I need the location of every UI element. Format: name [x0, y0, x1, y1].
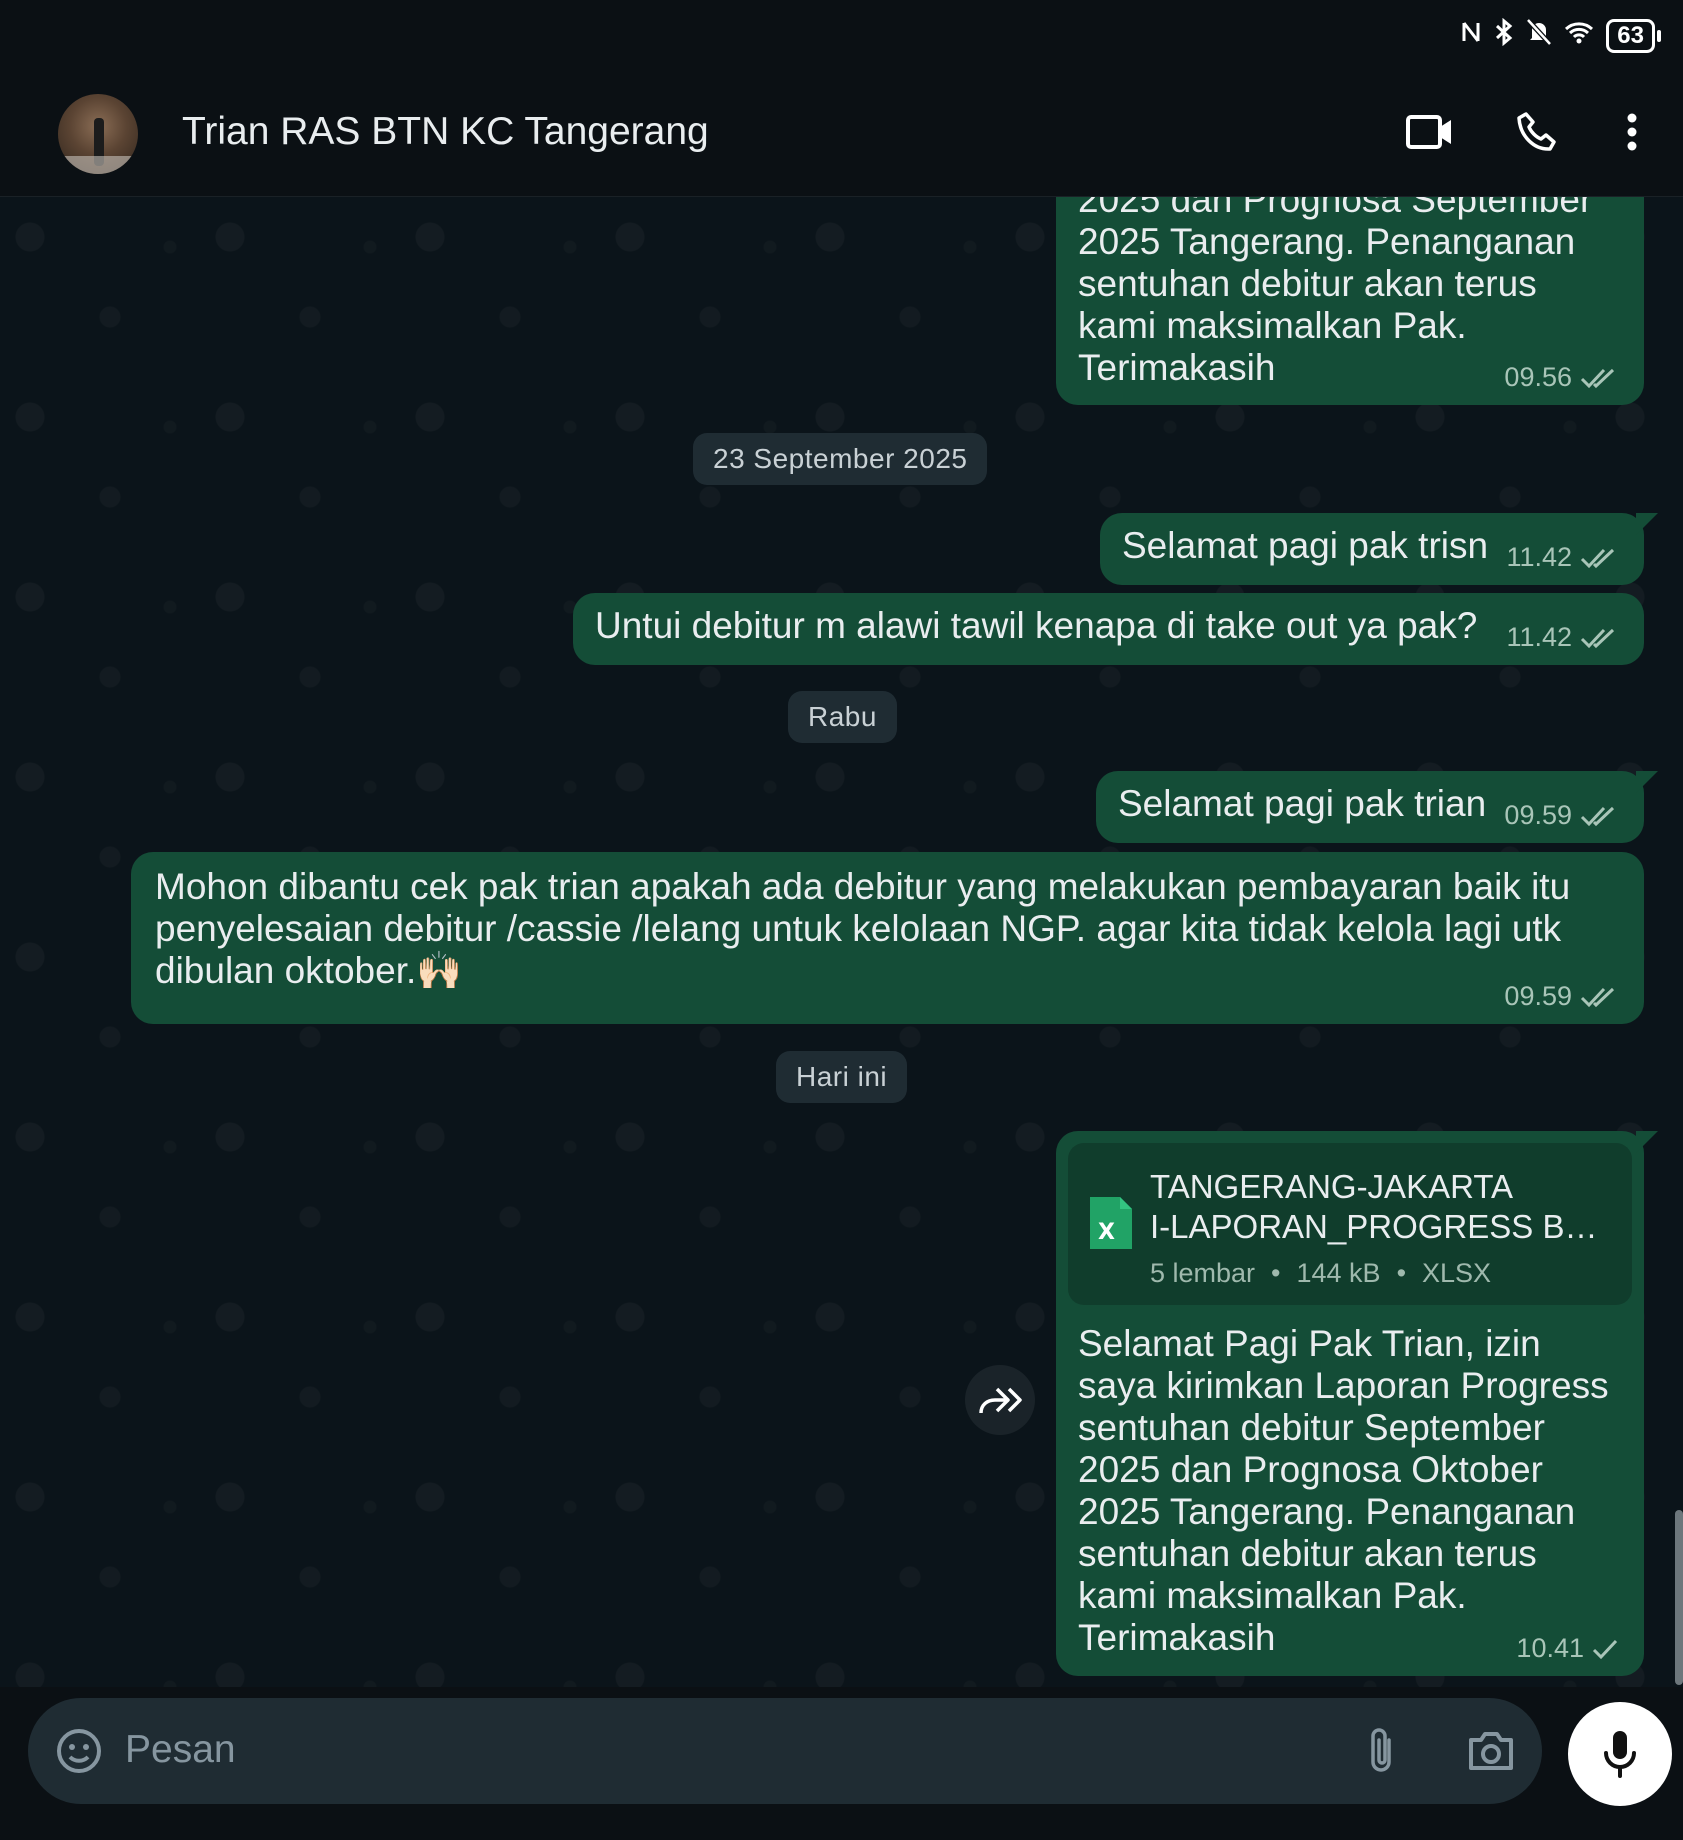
message-time: 09.59 — [1504, 981, 1572, 1011]
contact-name[interactable]: Trian RAS BTN KC Tangerang — [182, 110, 709, 154]
separator-dot: • — [1271, 1258, 1281, 1288]
message-line: kami maksimalkan Pak. — [1078, 305, 1467, 346]
document-attachment[interactable]: X TANGERANG-JAKARTA I-LAPORAN_PROGRESS B… — [1068, 1143, 1632, 1305]
message-time: 09.59 — [1504, 800, 1572, 830]
message-time: 09.56 — [1504, 362, 1572, 392]
bubble-tail — [1636, 513, 1658, 535]
message-line: Selamat Pagi Pak Trian, izin — [1078, 1323, 1541, 1364]
message-line: kami maksimalkan Pak. — [1078, 1575, 1467, 1616]
message-line: 2025 Tangerang. Penanganan — [1078, 1491, 1576, 1532]
document-size: 144 kB — [1296, 1258, 1381, 1288]
message-time: 11.42 — [1506, 542, 1572, 572]
document-type: XLSX — [1422, 1258, 1492, 1288]
camera-icon — [1469, 1732, 1513, 1770]
document-message-bubble[interactable]: X TANGERANG-JAKARTA I-LAPORAN_PROGRESS B… — [1056, 1131, 1658, 1676]
status-bar: 63 — [0, 0, 1683, 70]
message-bubble[interactable]: Untui debitur m alawi tawil kenapa di ta… — [573, 593, 1644, 665]
double-check-icon — [1580, 987, 1615, 1007]
message-line: 2025 Tangerang. Penanganan — [1078, 221, 1576, 262]
svg-text:X: X — [1098, 1220, 1115, 1245]
chat-header: Trian RAS BTN KC Tangerang — [0, 70, 1683, 197]
video-call-button[interactable] — [1398, 100, 1462, 164]
message-line: sentuhan debitur September — [1078, 1407, 1545, 1448]
battery-indicator: 63 — [1606, 18, 1661, 53]
date-chip: Hari ini — [776, 1051, 908, 1103]
date-chip: 23 September 2025 — [693, 433, 988, 485]
bubble-tail — [1636, 1131, 1658, 1153]
bluetooth-icon — [1494, 17, 1514, 53]
message-bubble[interactable]: Selamat pagi pak trisn 11.42 — [1100, 513, 1658, 585]
sticker-smiley-icon — [57, 1728, 102, 1773]
excel-file-icon: X — [1090, 1197, 1132, 1249]
voice-call-button[interactable] — [1506, 100, 1570, 164]
chat-area[interactable]: 2025 dan Prognosa September 2025 Tangera… — [0, 197, 1683, 1687]
voice-record-button[interactable] — [1568, 1702, 1672, 1806]
message-text: Selamat pagi pak trian — [1118, 783, 1487, 824]
double-check-icon — [1580, 806, 1615, 826]
double-check-icon — [1580, 368, 1615, 388]
forward-icon — [979, 1387, 1022, 1414]
separator-dot: • — [1396, 1258, 1407, 1288]
document-name-line: I-LAPORAN_PROGRESS B… — [1150, 1208, 1598, 1245]
date-chip: Rabu — [788, 691, 897, 743]
attach-button[interactable] — [1349, 1718, 1415, 1784]
message-line: 2025 dan Prognosa September — [1078, 197, 1593, 220]
single-check-icon — [1592, 1639, 1618, 1659]
video-camera-icon — [1406, 115, 1451, 149]
scrollbar[interactable] — [1675, 1510, 1683, 1685]
more-options-button[interactable] — [1600, 100, 1664, 164]
message-line: sentuhan debitur akan terus — [1078, 263, 1537, 304]
message-bubble[interactable]: 2025 dan Prognosa September 2025 Tangera… — [1056, 197, 1644, 405]
camera-button[interactable] — [1458, 1718, 1524, 1784]
message-line: dibulan oktober.🙌🏻 — [155, 950, 463, 991]
message-line: 2025 dan Prognosa Oktober — [1078, 1449, 1543, 1490]
document-name-line: TANGERANG-JAKARTA — [1150, 1168, 1514, 1205]
double-check-icon — [1580, 628, 1615, 648]
message-time: 11.42 — [1506, 622, 1572, 652]
mute-bell-icon — [1526, 18, 1553, 53]
message-composer[interactable]: Pesan — [28, 1698, 1542, 1804]
phone-icon — [1517, 112, 1556, 151]
avatar[interactable] — [58, 94, 138, 174]
message-text: Selamat pagi pak trisn — [1122, 525, 1489, 566]
message-text: Untui debitur m alawi tawil kenapa di ta… — [595, 605, 1478, 646]
paperclip-icon — [1371, 1728, 1391, 1772]
emoji-sticker-button[interactable] — [46, 1718, 112, 1784]
message-bubble[interactable]: Mohon dibantu cek pak trian apakah ada d… — [131, 852, 1644, 1024]
message-line: saya kirimkan Laporan Progress — [1078, 1365, 1609, 1406]
document-pages: 5 lembar — [1150, 1258, 1256, 1288]
message-bubble[interactable]: Selamat pagi pak trian 09.59 — [1096, 771, 1658, 843]
more-vert-icon — [1627, 113, 1637, 151]
nfc-icon — [1460, 19, 1482, 52]
microphone-icon — [1604, 1731, 1636, 1778]
message-line: Mohon dibantu cek pak trian apakah ada d… — [155, 866, 1571, 907]
wifi-icon — [1564, 20, 1594, 51]
bubble-tail — [1636, 771, 1658, 793]
message-time: 10.41 — [1516, 1633, 1584, 1663]
message-line: sentuhan debitur akan terus — [1078, 1533, 1537, 1574]
forward-button[interactable] — [965, 1365, 1035, 1435]
message-line: penyelesaian debitur /cassie /lelang unt… — [155, 908, 1562, 949]
double-check-icon — [1580, 548, 1615, 568]
status-icons: 63 — [1460, 17, 1661, 53]
message-input[interactable]: Pesan — [125, 1728, 236, 1772]
